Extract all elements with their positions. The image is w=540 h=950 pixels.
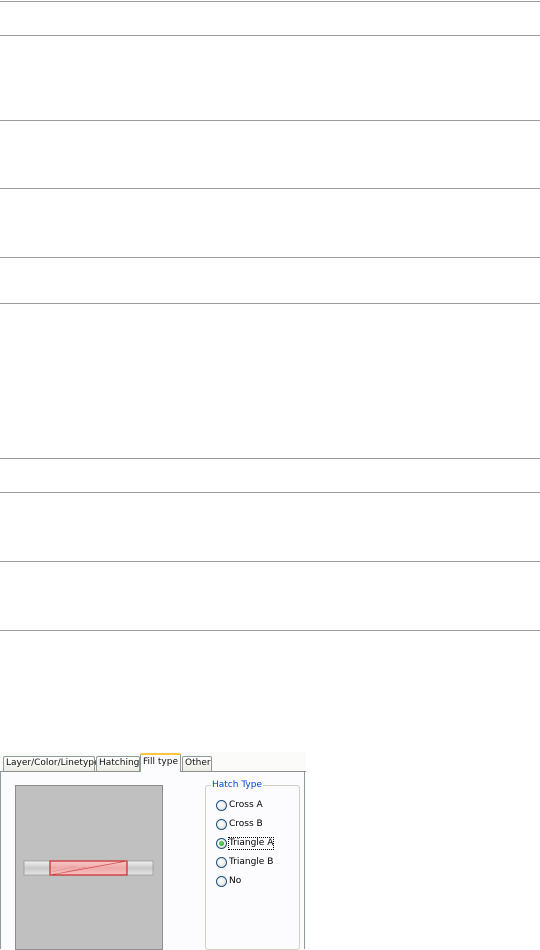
separator-line bbox=[0, 303, 540, 304]
radio-label: Cross B bbox=[229, 818, 263, 829]
radio-button-icon[interactable] bbox=[216, 818, 227, 830]
radio-label: Triangle A bbox=[227, 836, 275, 850]
separator-line bbox=[0, 1, 540, 2]
hatch-preview-drawing bbox=[23, 860, 154, 876]
separator-line bbox=[0, 257, 540, 258]
tab-other[interactable]: Other bbox=[182, 756, 212, 771]
radio-selected-dot bbox=[219, 840, 224, 846]
separator-line bbox=[0, 630, 540, 631]
left-end-block bbox=[23, 860, 51, 876]
fill-type-panel: Hatch Type Cross A Cross B Triangle A Tr… bbox=[0, 772, 305, 950]
separator-line bbox=[0, 458, 540, 459]
radio-label: Triangle B bbox=[229, 856, 274, 867]
radio-button-icon[interactable] bbox=[216, 856, 227, 868]
tab-fill-type[interactable]: Fill type bbox=[140, 753, 181, 772]
tab-strip: Layer/Color/Linetype Hatching Fill type … bbox=[0, 752, 306, 772]
radio-no[interactable]: No bbox=[216, 875, 241, 887]
radio-label: No bbox=[229, 875, 242, 886]
tab-hatching[interactable]: Hatching bbox=[96, 756, 140, 771]
separator-line bbox=[0, 35, 540, 36]
properties-dialog: Layer/Color/Linetype Hatching Fill type … bbox=[0, 752, 306, 950]
separator-line bbox=[0, 561, 540, 562]
radio-cross-b[interactable]: Cross B bbox=[216, 818, 263, 830]
radio-triangle-b[interactable]: Triangle B bbox=[216, 856, 273, 868]
hatch-type-legend: Hatch Type bbox=[211, 779, 263, 791]
hatch-type-group: Hatch Type Cross A Cross B Triangle A Tr… bbox=[205, 779, 300, 950]
tab-layer-color-linetype[interactable]: Layer/Color/Linetype bbox=[3, 756, 100, 771]
radio-button-icon[interactable] bbox=[216, 799, 227, 811]
separator-line bbox=[0, 188, 540, 189]
radio-button-icon[interactable] bbox=[216, 875, 227, 887]
radio-label: Cross A bbox=[229, 799, 263, 810]
radio-cross-a[interactable]: Cross A bbox=[216, 799, 263, 811]
fill-preview bbox=[15, 785, 163, 950]
right-end-block bbox=[126, 860, 154, 876]
separator-line bbox=[0, 120, 540, 121]
radio-triangle-a[interactable]: Triangle A bbox=[216, 836, 275, 850]
radio-button-icon[interactable] bbox=[216, 837, 227, 849]
separator-line bbox=[0, 492, 540, 493]
